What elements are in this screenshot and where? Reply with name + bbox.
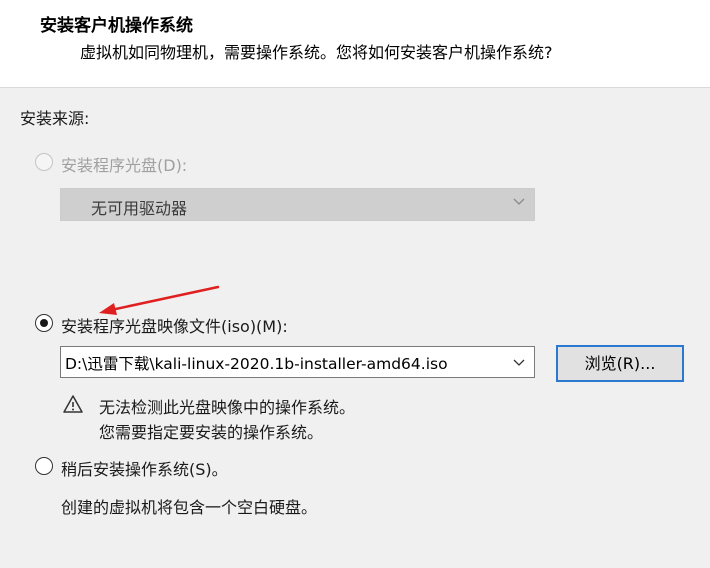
- annotation-arrow: [99, 285, 220, 315]
- iso-path-combobox[interactable]: D:\迅雷下载\kali-linux-2020.1b-installer-amd…: [60, 346, 535, 378]
- radio-install-later[interactable]: [35, 457, 53, 475]
- chevron-down-icon[interactable]: [512, 355, 526, 369]
- warning-line-1: 无法检测此光盘映像中的操作系统。: [99, 398, 356, 417]
- install-source-label: 安装来源:: [20, 109, 90, 128]
- wizard-header: 安装客户机操作系统 虚拟机如同物理机，需要操作系统。您将如何安装客户机操作系统?: [0, 0, 710, 88]
- later-option-description: 创建的虚拟机将包含一个空白硬盘。: [61, 498, 318, 517]
- radio-selected-dot: [39, 318, 48, 327]
- wizard-title: 安装客户机操作系统: [40, 16, 193, 36]
- chevron-down-icon: [513, 198, 525, 205]
- warning-icon: [63, 395, 83, 413]
- later-option-label: 稍后安装操作系统(S)。: [61, 460, 228, 479]
- radio-install-disc[interactable]: [35, 153, 53, 171]
- iso-path-value: D:\迅雷下载\kali-linux-2020.1b-installer-amd…: [65, 355, 448, 373]
- disc-drive-select[interactable]: 无可用驱动器: [60, 188, 535, 221]
- disc-option-label: 安装程序光盘(D):: [61, 156, 188, 175]
- wizard-subtitle: 虚拟机如同物理机，需要操作系统。您将如何安装客户机操作系统?: [80, 43, 553, 62]
- warning-line-2: 您需要指定要安装的操作系统。: [99, 423, 324, 442]
- disc-drive-value: 无可用驱动器: [91, 199, 188, 218]
- radio-install-iso[interactable]: [35, 314, 53, 332]
- browse-button[interactable]: 浏览(R)...: [556, 345, 684, 382]
